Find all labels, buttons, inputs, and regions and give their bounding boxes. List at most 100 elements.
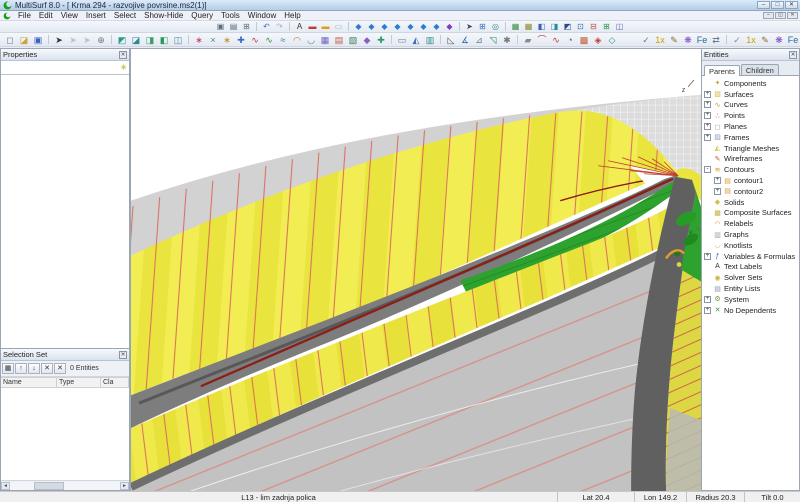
surface-tool-1[interactable]: ◩ [116, 34, 128, 46]
close-button[interactable]: ✕ [785, 1, 798, 9]
print-icon[interactable]: ⊞ [241, 21, 252, 32]
edit-tool-5[interactable]: ▩ [578, 34, 590, 46]
tree-item-contour1[interactable]: + ▤ contour1 [702, 175, 799, 186]
select-icon[interactable]: ➤ [53, 34, 65, 46]
scroll-thumb[interactable] [34, 482, 64, 490]
menu-insert[interactable]: Insert [82, 11, 110, 20]
edit-tool-3[interactable]: ∿ [550, 34, 562, 46]
query-tool-4[interactable]: ◹ [487, 34, 499, 46]
edit-tool-1[interactable]: ▰ [522, 34, 534, 46]
properties-close-icon[interactable]: ✕ [119, 51, 127, 59]
tree-expander-icon[interactable] [704, 285, 711, 292]
tree-expander-icon[interactable]: + [714, 177, 721, 184]
scroll-track[interactable] [10, 482, 120, 490]
view-button-1[interactable]: ◆ [353, 21, 364, 32]
display-mode-4[interactable]: ◨ [549, 21, 560, 32]
measure-tool-1[interactable]: ▭ [396, 34, 408, 46]
tab-children[interactable]: Children [741, 64, 779, 75]
tree-expander-icon[interactable] [704, 209, 711, 216]
solve-tool-2[interactable]: ✓ [731, 34, 743, 46]
edit-tool-4[interactable]: ◔ [564, 34, 576, 46]
menu-file[interactable]: File [14, 11, 35, 20]
measure-tool-3[interactable]: ▥ [424, 34, 436, 46]
render-tool-2[interactable]: ❋ [773, 34, 785, 46]
select-poly-icon[interactable]: ➤ [81, 34, 93, 46]
tree-item-text-labels[interactable]: A Text Labels [702, 262, 799, 273]
insert-spline-icon[interactable]: ≈ [277, 34, 289, 46]
column-header[interactable]: Type [57, 377, 101, 388]
selection-grid-button[interactable]: ▦ [2, 363, 14, 374]
measure-tool-2[interactable]: ◭ [410, 34, 422, 46]
properties-entity-combo[interactable]: ✳ [1, 61, 129, 75]
pan-icon[interactable]: ◎ [490, 21, 501, 32]
insert-snake-icon[interactable]: ∿ [263, 34, 275, 46]
tree-expander-icon[interactable]: + [704, 91, 711, 98]
maximize-button[interactable]: □ [771, 1, 784, 9]
menu-help[interactable]: Help [280, 11, 304, 20]
tree-item-wireframes[interactable]: ✎ Wireframes [702, 154, 799, 165]
redo-icon[interactable]: ↷ [274, 21, 285, 32]
query-tool-2[interactable]: ∡ [459, 34, 471, 46]
tree-expander-icon[interactable]: + [704, 101, 711, 108]
move-up-button[interactable]: ↑ [15, 363, 27, 374]
properties-header[interactable]: Properties ✕ [1, 49, 129, 61]
insert-arc-icon[interactable]: ◠ [291, 34, 303, 46]
view-button-6[interactable]: ◆ [418, 21, 429, 32]
select-add-icon[interactable]: ➤ [67, 34, 79, 46]
display-mode-7[interactable]: ⊟ [588, 21, 599, 32]
insert-ruled-icon[interactable]: ▤ [333, 34, 345, 46]
new-file-icon[interactable]: ◻ [4, 34, 16, 46]
display-mode-8[interactable]: ⊞ [601, 21, 612, 32]
swap-icon[interactable]: ⇄ [710, 34, 722, 46]
scale-1x-icon[interactable]: 1x [654, 34, 666, 46]
tree-item-triangle-meshes[interactable]: ◭ Triangle Meshes [702, 143, 799, 154]
tree-item-entity-lists[interactable]: ▤ Entity Lists [702, 283, 799, 294]
title-bar[interactable]: MultiSurf 8.0 - [ Krma 294 - razvojive p… [0, 0, 800, 11]
tree-expander-icon[interactable] [704, 231, 711, 238]
menu-select[interactable]: Select [110, 11, 140, 20]
copy-image-icon[interactable]: ▤ [228, 21, 239, 32]
tab-parents[interactable]: Parents [704, 65, 740, 76]
menu-query[interactable]: Query [187, 11, 217, 20]
tree-expander-icon[interactable]: - [704, 166, 711, 173]
background-color-icon[interactable]: ▭ [333, 21, 344, 32]
tree-item-components[interactable]: ✦ Components [702, 78, 799, 89]
view-button-7[interactable]: ◆ [431, 21, 442, 32]
insert-curve-icon[interactable]: ∿ [249, 34, 261, 46]
menu-tools[interactable]: Tools [217, 11, 244, 20]
tree-item-curves[interactable]: + ∿ Curves [702, 100, 799, 111]
clear-selection-button[interactable]: ✕ [54, 363, 66, 374]
selection-list[interactable] [1, 388, 129, 480]
display-mode-1[interactable]: ▦ [510, 21, 521, 32]
tree-expander-icon[interactable]: + [704, 123, 711, 130]
tree-item-variables-formulas[interactable]: + ƒ Variables & Formulas [702, 251, 799, 262]
formula-tool-2[interactable]: Fe [787, 34, 799, 46]
tree-item-system[interactable]: + ⚙ System [702, 294, 799, 305]
tree-expander-icon[interactable]: + [704, 134, 711, 141]
tree-item-solids[interactable]: ◆ Solids [702, 197, 799, 208]
render-icon[interactable]: ❋ [682, 34, 694, 46]
surface-tool-3[interactable]: ◨ [144, 34, 156, 46]
tree-expander-icon[interactable]: + [704, 112, 711, 119]
query-tool-1[interactable]: ◺ [445, 34, 457, 46]
font-icon[interactable]: A [294, 21, 305, 32]
insert-frame-icon[interactable]: ✚ [375, 34, 387, 46]
tree-item-contour2[interactable]: + ▤ contour2 [702, 186, 799, 197]
insert-conic-icon[interactable]: ◡ [305, 34, 317, 46]
selection-hscrollbar[interactable]: ◄ ► [1, 480, 129, 490]
display-mode-3[interactable]: ◧ [536, 21, 547, 32]
view-perspective-icon[interactable]: ◆ [444, 21, 455, 32]
fill-color-icon[interactable]: ▬ [320, 21, 331, 32]
scroll-left-icon[interactable]: ◄ [1, 482, 10, 490]
tree-expander-icon[interactable] [704, 80, 711, 87]
tree-item-frames[interactable]: + ▨ Frames [702, 132, 799, 143]
display-mode-5[interactable]: ◩ [562, 21, 573, 32]
remove-entity-button[interactable]: ✕ [41, 363, 53, 374]
insert-magnet-icon[interactable]: ∗ [221, 34, 233, 46]
tree-expander-icon[interactable]: + [704, 307, 711, 314]
tree-expander-icon[interactable]: + [714, 188, 721, 195]
menu-window[interactable]: Window [244, 11, 280, 20]
tree-item-points[interactable]: + ∴ Points [702, 110, 799, 121]
move-down-button[interactable]: ↓ [28, 363, 40, 374]
formula-icon[interactable]: Fe [696, 34, 708, 46]
